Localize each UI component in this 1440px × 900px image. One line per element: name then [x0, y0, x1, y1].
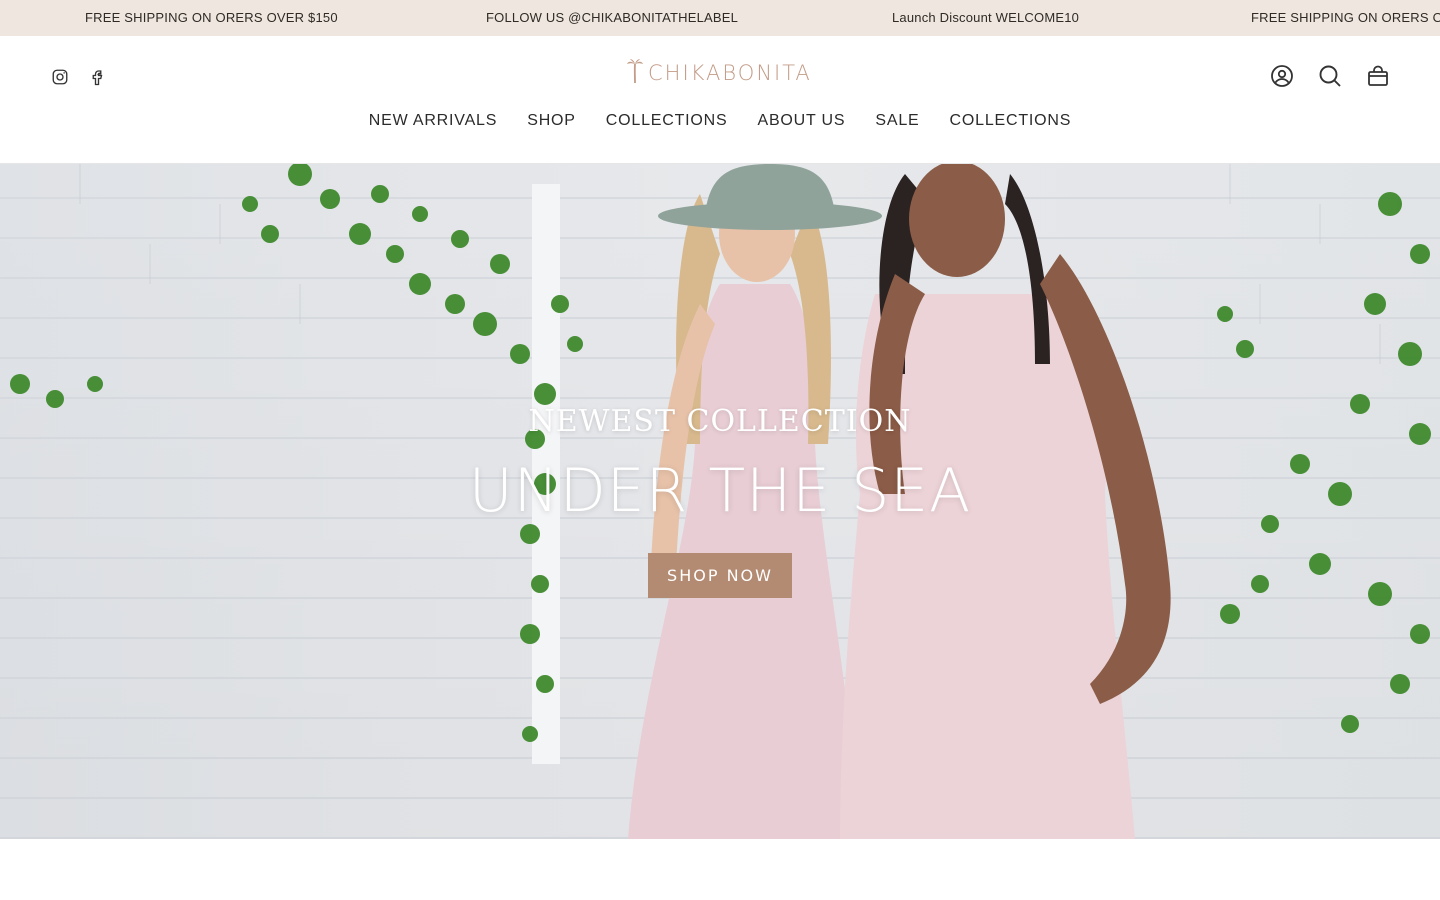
hero-eyebrow: NEWEST COLLECTION: [528, 404, 912, 439]
announcement-item: FOLLOW US @CHIKABONITATHELABEL: [486, 10, 739, 25]
facebook-icon[interactable]: [87, 67, 107, 87]
nav-item-sale[interactable]: SALE: [875, 112, 919, 136]
nav-item-collections-2[interactable]: COLLECTIONS: [950, 112, 1072, 136]
announcement-item: FREE SHIPPING ON ORERS OVER $150: [1251, 10, 1440, 25]
shop-now-button[interactable]: SHOP NOW: [648, 553, 792, 598]
nav-item-collections[interactable]: COLLECTIONS: [606, 112, 728, 136]
announcement-item: FREE SHIPPING ON ORERS OVER $150: [85, 10, 338, 25]
search-icon[interactable]: [1318, 64, 1342, 88]
account-icon[interactable]: [1270, 64, 1294, 88]
hero-headline: UNDER THE SEA: [468, 456, 972, 526]
social-links: [50, 67, 107, 87]
site-header: CHIKABONITA NEW ARRIVALS SHOP COLLECTION…: [0, 36, 1440, 164]
palm-tree-icon: [626, 58, 644, 89]
cart-icon[interactable]: [1366, 64, 1390, 88]
nav-item-shop[interactable]: SHOP: [527, 112, 576, 136]
page-below-fold: [0, 839, 1440, 900]
main-navigation: NEW ARRIVALS SHOP COLLECTIONS ABOUT US S…: [0, 112, 1440, 136]
hero-banner: NEWEST COLLECTION UNDER THE SEA SHOP NOW: [0, 164, 1440, 839]
announcement-bar: FREE SHIPPING ON ORERS OVER $150 FOLLOW …: [0, 0, 1440, 36]
instagram-icon[interactable]: [50, 67, 70, 87]
brand-logo[interactable]: CHIKABONITA: [626, 58, 812, 88]
nav-item-new-arrivals[interactable]: NEW ARRIVALS: [369, 112, 497, 136]
header-utilities: [1270, 64, 1390, 88]
nav-item-about-us[interactable]: ABOUT US: [757, 112, 845, 136]
announcement-item: Launch Discount WELCOME10: [892, 10, 1080, 25]
logo-text: CHIKABONITA: [648, 61, 812, 85]
